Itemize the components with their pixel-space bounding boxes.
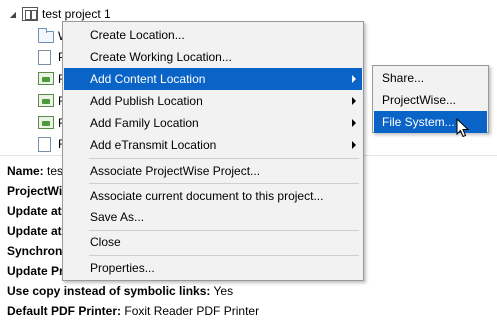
document-icon xyxy=(38,137,54,152)
property-update-pr: Update Pr xyxy=(7,264,64,278)
menu-item-create-working-location[interactable]: Create Working Location... xyxy=(64,46,362,68)
mouse-pointer-icon xyxy=(456,118,470,138)
submenu-item-share[interactable]: Share... xyxy=(374,67,487,89)
menu-separator xyxy=(89,183,359,184)
property-update-2: Update at xyxy=(7,224,62,238)
menu-item-add-etransmit-location[interactable]: Add eTransmit Location xyxy=(64,134,362,156)
menu-item-close[interactable]: Close xyxy=(64,231,362,253)
submenu-item-file-system[interactable]: File System... xyxy=(374,111,487,133)
content-location-icon xyxy=(38,72,54,86)
submenu-arrow-icon xyxy=(352,75,356,83)
menu-item-add-publish-location[interactable]: Add Publish Location xyxy=(64,90,362,112)
menu-item-add-content-location[interactable]: Add Content Location xyxy=(64,68,362,90)
collapse-arrow-icon[interactable]: ◢ xyxy=(8,9,18,19)
content-location-submenu: Share... ProjectWise... File System... xyxy=(372,65,489,133)
menu-separator xyxy=(89,158,359,159)
tree-node-label: test project 1 xyxy=(42,7,111,21)
property-default-pdf-printer: Default PDF Printer: Foxit Reader PDF Pr… xyxy=(7,304,260,318)
menu-item-add-family-location[interactable]: Add Family Location xyxy=(64,112,362,134)
document-icon xyxy=(38,50,54,65)
property-synchronize: Synchroni xyxy=(7,244,66,258)
menu-item-associate-document[interactable]: Associate current document to this proje… xyxy=(64,185,362,207)
folder-icon xyxy=(38,28,54,43)
menu-item-associate-projectwise[interactable]: Associate ProjectWise Project... xyxy=(64,160,362,182)
property-use-copy: Use copy instead of symbolic links: Yes xyxy=(7,284,234,298)
submenu-arrow-icon xyxy=(352,119,356,127)
menu-item-save-as[interactable]: Save As... xyxy=(64,206,362,228)
context-menu: Create Location... Create Working Locati… xyxy=(62,21,364,281)
property-projectwise: ProjectWis xyxy=(7,184,69,198)
submenu-arrow-icon xyxy=(352,97,356,105)
project-icon xyxy=(22,7,38,21)
submenu-item-projectwise[interactable]: ProjectWise... xyxy=(374,89,487,111)
menu-item-properties[interactable]: Properties... xyxy=(64,257,362,279)
submenu-arrow-icon xyxy=(352,141,356,149)
content-location-icon xyxy=(38,94,54,108)
menu-separator xyxy=(89,255,359,256)
property-name: Name: tes xyxy=(7,164,64,178)
menu-item-create-location[interactable]: Create Location... xyxy=(64,24,362,46)
content-location-icon xyxy=(38,116,54,130)
property-update-1: Update at xyxy=(7,204,62,218)
